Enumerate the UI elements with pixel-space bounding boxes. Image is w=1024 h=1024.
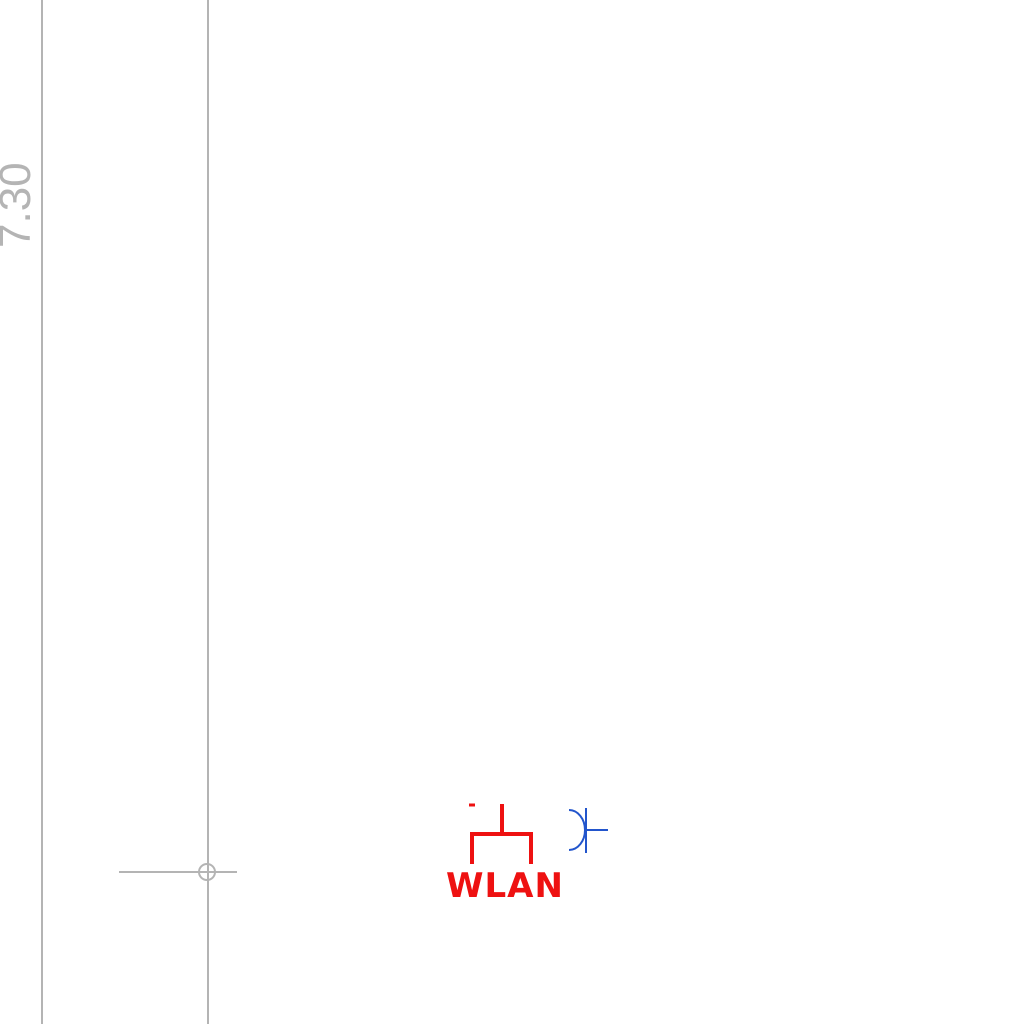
socket-outlet-icon[interactable] (568, 808, 608, 853)
cad-drawing-canvas[interactable]: 7.30 WLAN (0, 0, 1024, 1024)
wlan-outlet-label: WLAN (446, 866, 564, 906)
wlan-outlet-icon[interactable] (469, 803, 533, 864)
dimension-label: 7.30 (0, 162, 40, 248)
